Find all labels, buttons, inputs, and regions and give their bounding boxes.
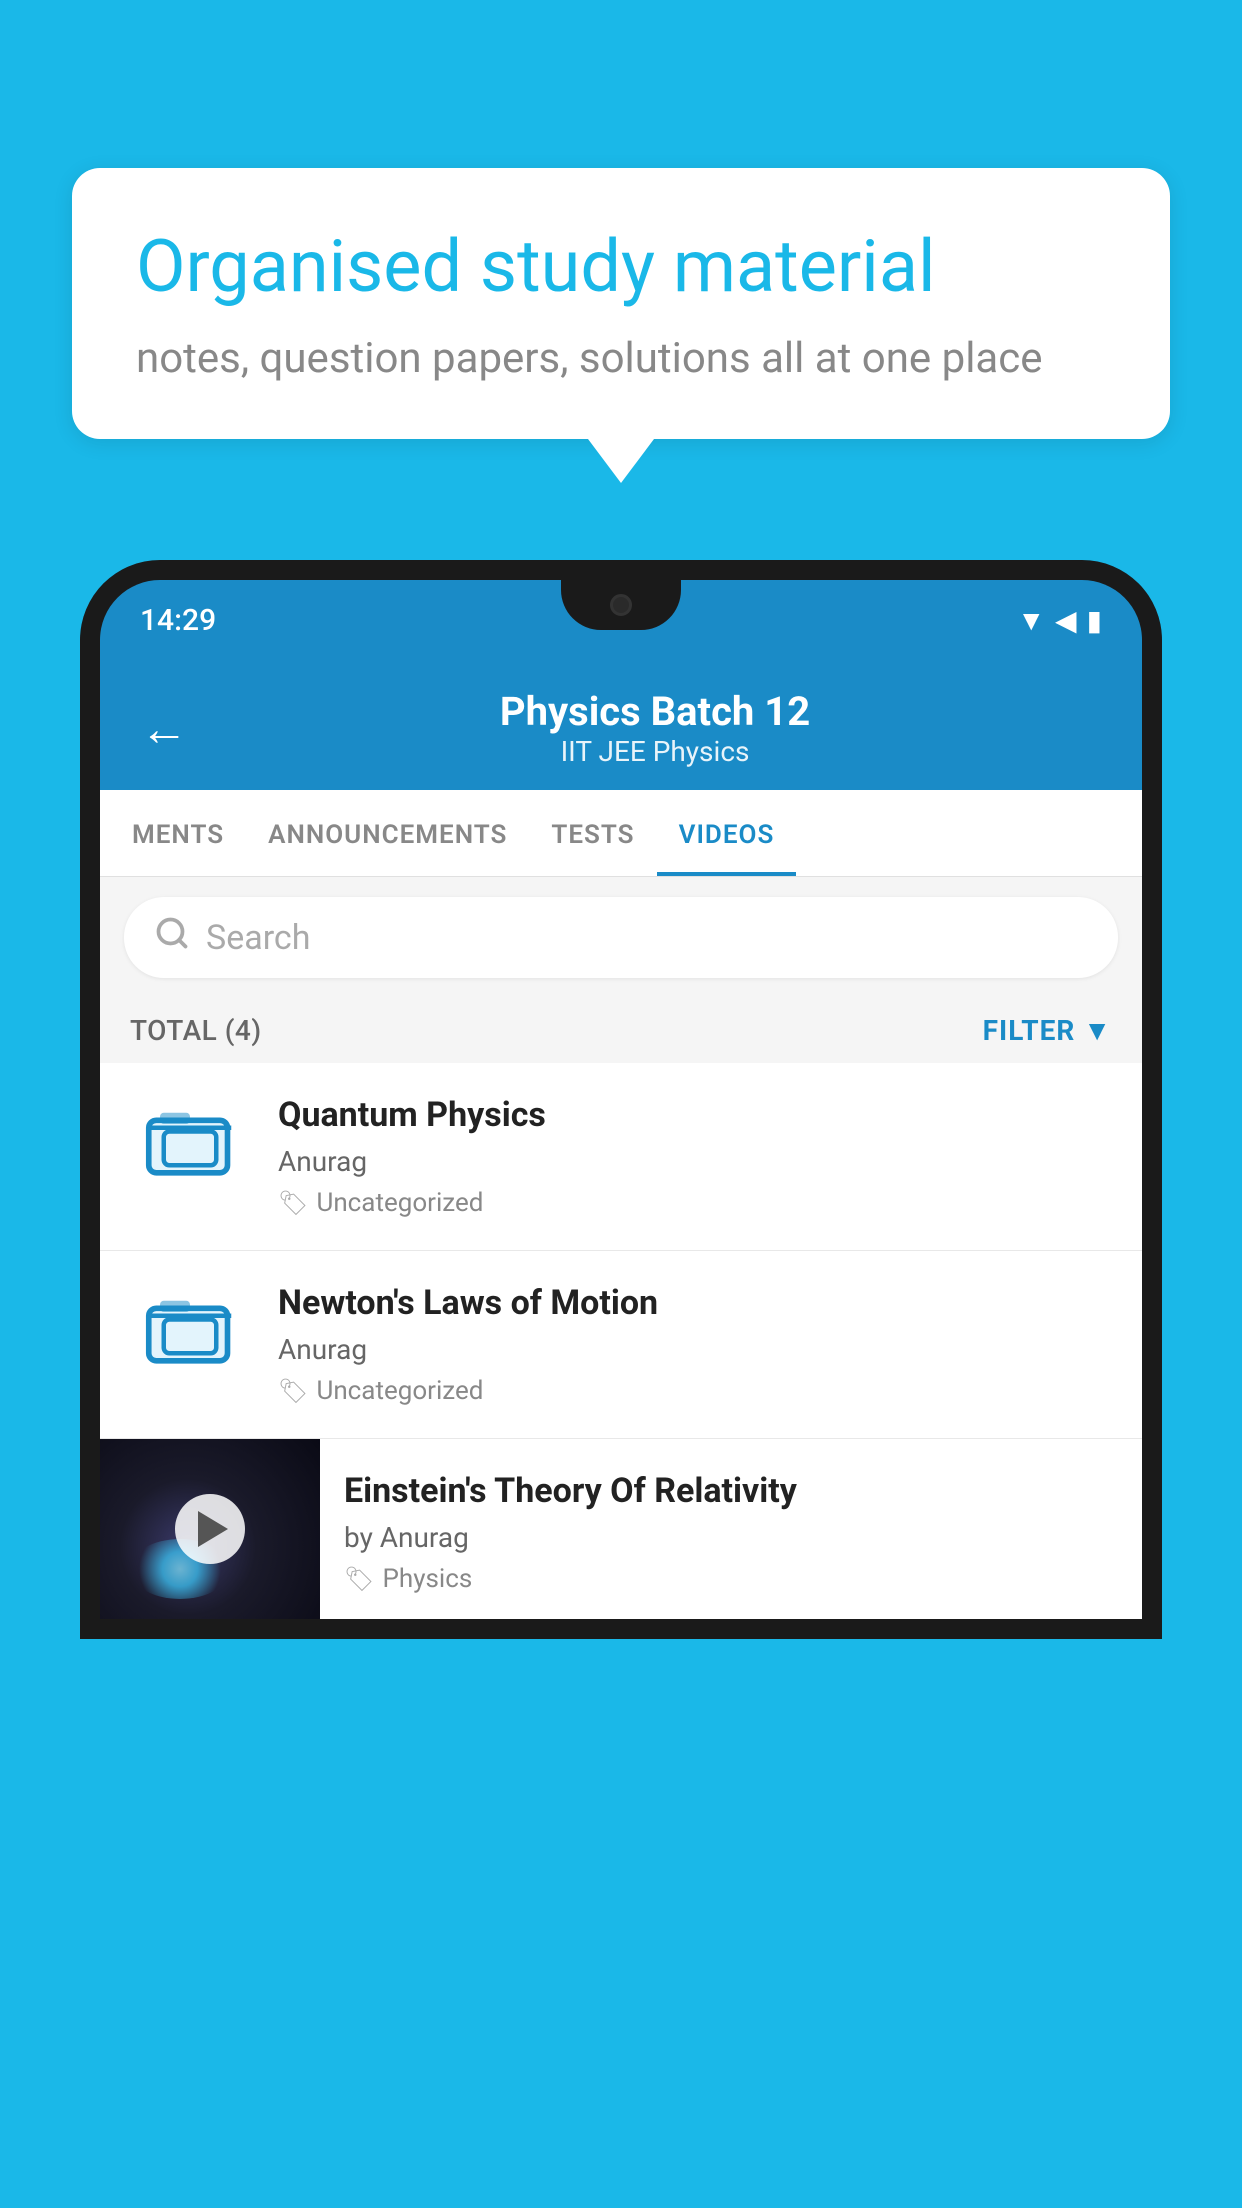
video-info: Newton's Laws of Motion Anurag 🏷 Uncateg… (278, 1283, 1112, 1406)
header-title-group: Physics Batch 12 IIT JEE Physics (208, 688, 1102, 768)
battery-icon: ▮ (1087, 604, 1102, 637)
folder-icon-area (130, 1283, 250, 1383)
video-info: Quantum Physics Anurag 🏷 Uncategorized (278, 1095, 1112, 1218)
video-title: Einstein's Theory Of Relativity (344, 1471, 1122, 1511)
header-title: Physics Batch 12 (208, 688, 1102, 735)
app-header: ← Physics Batch 12 IIT JEE Physics (100, 660, 1142, 790)
video-info: Einstein's Theory Of Relativity by Anura… (320, 1439, 1142, 1614)
tab-tests[interactable]: TESTS (529, 790, 656, 876)
tag-label: Uncategorized (316, 1376, 483, 1406)
phone-outer: 14:29 ▼ ◀ ▮ ← Physics Batch 12 IIT JEE P… (80, 560, 1162, 1639)
tab-ments[interactable]: MENTS (110, 790, 246, 876)
video-tag: 🏷 Uncategorized (278, 1376, 1112, 1406)
filter-label: FILTER (983, 1014, 1076, 1047)
list-item[interactable]: Einstein's Theory Of Relativity by Anura… (100, 1439, 1142, 1619)
play-button[interactable] (175, 1494, 245, 1564)
tag-icon: 🏷 (278, 1377, 308, 1405)
search-placeholder: Search (206, 918, 310, 958)
tab-announcements[interactable]: ANNOUNCEMENTS (246, 790, 529, 876)
phone-time: 14:29 (140, 603, 216, 638)
filter-button[interactable]: FILTER ▼ (983, 1014, 1112, 1047)
video-tag: 🏷 Uncategorized (278, 1188, 1112, 1218)
tabs-bar: MENTS ANNOUNCEMENTS TESTS VIDEOS (100, 790, 1142, 877)
status-bar: 14:29 ▼ ◀ ▮ (100, 580, 1142, 660)
camera-dot (610, 594, 632, 616)
search-bar-wrap: Search (100, 877, 1142, 998)
status-icons: ▼ ◀ ▮ (1017, 604, 1102, 637)
search-icon (154, 915, 190, 960)
phone-notch (561, 580, 681, 630)
tag-icon: 🏷 (278, 1189, 308, 1217)
filter-icon: ▼ (1083, 1014, 1112, 1047)
folder-icon-area (130, 1095, 250, 1195)
play-icon (198, 1511, 228, 1547)
tag-label: Physics (382, 1564, 472, 1594)
header-subtitle: IIT JEE Physics (208, 735, 1102, 768)
folder-icon (145, 1287, 235, 1380)
video-title: Quantum Physics (278, 1095, 1112, 1135)
video-author: by Anurag (344, 1521, 1122, 1554)
video-list: Quantum Physics Anurag 🏷 Uncategorized (100, 1063, 1142, 1619)
tag-icon: 🏷 (344, 1565, 374, 1593)
search-bar[interactable]: Search (124, 897, 1118, 978)
video-thumbnail (100, 1439, 320, 1619)
filter-row: TOTAL (4) FILTER ▼ (100, 998, 1142, 1063)
signal-icon: ◀ (1055, 604, 1077, 637)
phone-screen: ← Physics Batch 12 IIT JEE Physics MENTS… (100, 660, 1142, 1619)
video-author: Anurag (278, 1333, 1112, 1366)
phone-mockup: 14:29 ▼ ◀ ▮ ← Physics Batch 12 IIT JEE P… (80, 560, 1162, 2208)
back-button[interactable]: ← (140, 700, 188, 757)
total-count: TOTAL (4) (130, 1014, 262, 1047)
bubble-subtitle: notes, question papers, solutions all at… (136, 334, 1106, 383)
list-item[interactable]: Newton's Laws of Motion Anurag 🏷 Uncateg… (100, 1251, 1142, 1439)
folder-icon (145, 1099, 235, 1192)
tab-videos[interactable]: VIDEOS (657, 790, 797, 876)
video-tag: 🏷 Physics (344, 1564, 1122, 1594)
tag-label: Uncategorized (316, 1188, 483, 1218)
speech-bubble: Organised study material notes, question… (72, 168, 1170, 439)
wifi-icon: ▼ (1017, 604, 1045, 637)
video-title: Newton's Laws of Motion (278, 1283, 1112, 1323)
bubble-title: Organised study material (136, 224, 1106, 310)
video-author: Anurag (278, 1145, 1112, 1178)
list-item[interactable]: Quantum Physics Anurag 🏷 Uncategorized (100, 1063, 1142, 1251)
